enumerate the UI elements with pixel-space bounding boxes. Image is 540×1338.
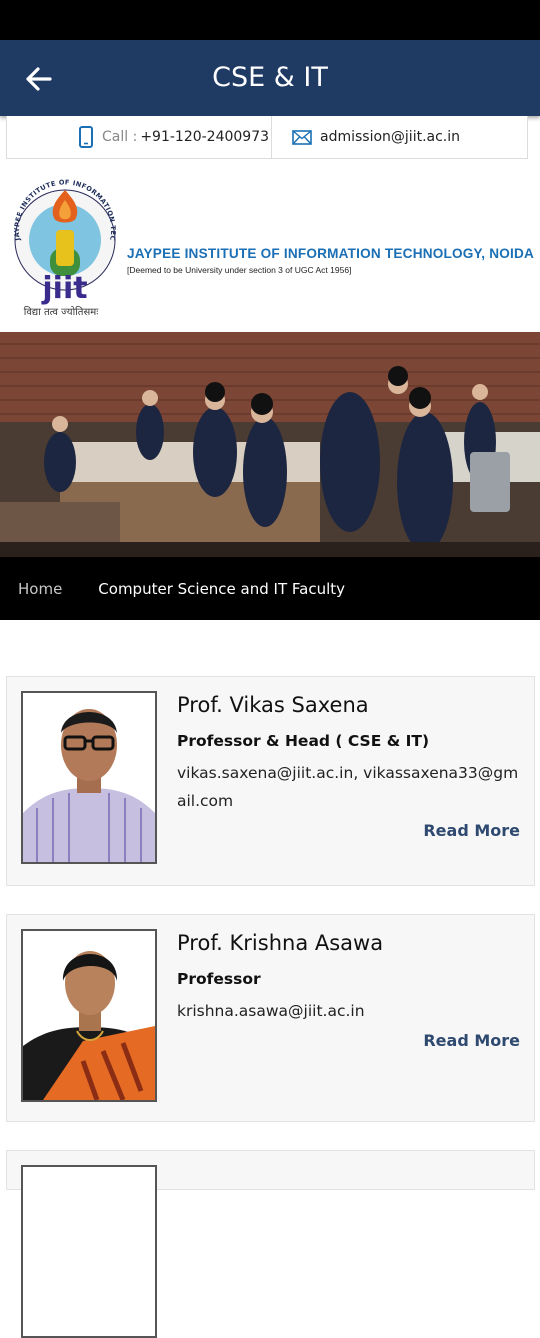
faculty-photo [21, 691, 157, 864]
mail-icon [292, 129, 312, 145]
back-button[interactable] [20, 60, 58, 98]
faculty-card: Prof. Vikas Saxena Professor & Head ( CS… [6, 676, 535, 886]
phone-icon [79, 126, 93, 148]
call-label: Call : [102, 129, 138, 145]
page-title: CSE & IT [212, 62, 328, 93]
jiit-logo: JAYPEE INSTITUTE OF INFORMATION TECHNOLO… [6, 170, 117, 318]
faculty-role: Professor & Head ( CSE & IT) [177, 732, 430, 750]
status-bar [0, 0, 540, 40]
svg-text:विद्या तत्व ज्योतिसमः: विद्या तत्व ज्योतिसमः [24, 306, 99, 318]
institute-name: JAYPEE INSTITUTE OF INFORMATION TECHNOLO… [127, 246, 535, 261]
institute-header: JAYPEE INSTITUTE OF INFORMATION TECHNOLO… [0, 160, 540, 332]
campus-banner-image [0, 332, 540, 557]
institute-subtitle: [Deemed to be University under section 3… [127, 265, 352, 275]
app-bar: CSE & IT [0, 40, 540, 116]
contact-bar: Call : +91-120-2400973 admission@jiit.ac… [6, 116, 528, 159]
faculty-email: krishna.asawa@jiit.ac.in [177, 1002, 365, 1020]
faculty-name: Prof. Vikas Saxena [177, 693, 369, 717]
call-link[interactable]: Call : +91-120-2400973 [7, 116, 272, 158]
arrow-left-icon [26, 67, 52, 91]
contact-email: admission@jiit.ac.in [320, 129, 461, 145]
breadcrumb-current: Computer Science and IT Faculty [98, 579, 346, 598]
breadcrumb-home-link[interactable]: Home [18, 580, 62, 598]
faculty-card: Prof. Krishna Asawa Professor krishna.as… [6, 914, 535, 1122]
read-more-link[interactable]: Read More [423, 1031, 520, 1050]
faculty-photo [21, 1165, 157, 1338]
svg-text:jiit: jiit [41, 271, 87, 306]
call-number: +91-120-2400973 [140, 129, 270, 145]
faculty-name: Prof. Krishna Asawa [177, 931, 384, 955]
faculty-photo [21, 929, 157, 1102]
faculty-card [6, 1150, 535, 1338]
read-more-link[interactable]: Read More [423, 821, 520, 840]
email-link[interactable]: admission@jiit.ac.in [272, 116, 460, 158]
faculty-role: Professor [177, 970, 261, 988]
faculty-email: vikas.saxena@jiit.ac.in, vikassaxena33@g… [177, 764, 519, 810]
breadcrumb: Home Computer Science and IT Faculty [0, 557, 540, 620]
